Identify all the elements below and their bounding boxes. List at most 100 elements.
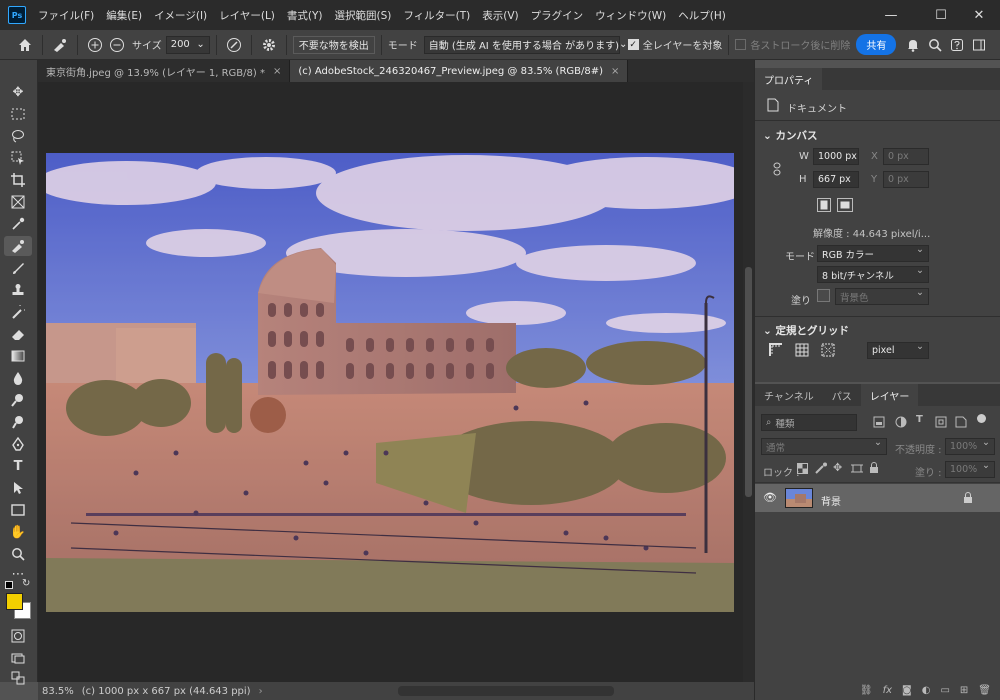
lasso-tool-icon[interactable]: [4, 126, 32, 146]
filter-pixel-icon[interactable]: [873, 416, 885, 431]
crop-tool-icon[interactable]: [4, 170, 32, 190]
minimize-button[interactable]: —: [874, 0, 908, 30]
history-brush-tool-icon[interactable]: [4, 302, 32, 322]
menu-filter[interactable]: フィルター(T): [397, 8, 476, 23]
learn-icon[interactable]: [946, 34, 968, 56]
generate-icon[interactable]: [4, 668, 32, 688]
menu-type[interactable]: 書式(Y): [281, 8, 329, 23]
remove-tool-icon[interactable]: [4, 236, 32, 256]
trash-icon[interactable]: 🗑: [978, 685, 991, 696]
zoom-tool-icon[interactable]: [4, 544, 32, 564]
all-layers-option[interactable]: ✓ 全レイヤーを対象: [627, 37, 722, 52]
grid-icon[interactable]: [795, 343, 809, 360]
all-layers-checkbox[interactable]: ✓: [627, 39, 639, 50]
layer-name[interactable]: 背景: [821, 493, 841, 508]
move-tool-icon[interactable]: ✥: [4, 82, 32, 102]
menu-select[interactable]: 選択範囲(S): [329, 8, 398, 23]
swap-colors-icon[interactable]: ↻: [22, 578, 30, 589]
close-window-button[interactable]: ✕: [962, 0, 996, 30]
brush-subtract-icon[interactable]: [106, 34, 128, 56]
menu-window[interactable]: ウィンドウ(W): [589, 8, 672, 23]
type-tool-icon[interactable]: T: [4, 456, 32, 476]
object-selection-tool-icon[interactable]: [4, 148, 32, 168]
link-icon[interactable]: [773, 162, 781, 179]
tab-properties[interactable]: プロパティ: [755, 68, 823, 90]
menu-edit[interactable]: 編集(E): [100, 8, 148, 23]
vertical-scroll-thumb[interactable]: [745, 267, 752, 497]
menu-image[interactable]: イメージ(I): [148, 8, 213, 23]
brush-add-icon[interactable]: [84, 34, 106, 56]
lock-position-icon[interactable]: ✥: [833, 461, 842, 474]
share-button[interactable]: 共有: [856, 34, 897, 55]
filter-toggle-icon[interactable]: [977, 414, 986, 423]
canvas-area[interactable]: [38, 82, 743, 682]
bit-depth-select[interactable]: 8 bit/チャンネル: [817, 265, 929, 283]
tab-adobestock-document[interactable]: (c) AdobeStock_246320467_Preview.jpeg @ …: [290, 60, 629, 82]
landscape-icon[interactable]: [837, 198, 853, 212]
search-icon[interactable]: [924, 34, 946, 56]
after-stroke-option[interactable]: 各ストローク後に削除: [735, 37, 850, 52]
blur-tool-icon[interactable]: [4, 368, 32, 388]
menu-file[interactable]: ファイル(F): [32, 8, 100, 23]
layer-row-background[interactable]: 👁 背景: [755, 484, 1000, 512]
blend-mode-select[interactable]: 通常: [761, 437, 887, 455]
vertical-scrollbar[interactable]: [743, 82, 754, 682]
zoom-level[interactable]: 83.5%: [42, 686, 74, 697]
new-layer-icon[interactable]: ⊞: [960, 685, 968, 696]
lock-all-icon[interactable]: [869, 462, 879, 477]
menu-view[interactable]: 表示(V): [476, 8, 524, 23]
workspace-icon[interactable]: [968, 34, 990, 56]
color-mode-select[interactable]: RGB カラー: [817, 244, 929, 262]
visibility-eye-icon[interactable]: 👁: [763, 491, 777, 504]
gradient-tool-icon[interactable]: [4, 346, 32, 366]
rulers-icon[interactable]: [769, 343, 783, 360]
canvas-section-header[interactable]: ⌄ カンバス: [763, 128, 817, 143]
menu-layer[interactable]: レイヤー(L): [213, 8, 281, 23]
brush-tool-icon[interactable]: [4, 258, 32, 278]
portrait-icon[interactable]: [817, 198, 831, 212]
close-tab-icon[interactable]: ×: [611, 66, 619, 77]
height-field[interactable]: 667 px: [813, 171, 859, 188]
menu-help[interactable]: ヘルプ(H): [672, 8, 732, 23]
menu-plugins[interactable]: プラグイン: [525, 8, 590, 23]
tab-paths[interactable]: パス: [823, 384, 861, 406]
y-field[interactable]: 0 px: [883, 171, 929, 188]
maximize-button[interactable]: ☐: [924, 0, 958, 30]
path-selection-tool-icon[interactable]: [4, 478, 32, 498]
fill-select[interactable]: 背景色: [835, 287, 929, 305]
new-group-icon[interactable]: ▭: [940, 685, 949, 696]
detect-distractions-button[interactable]: 不要な物を検出: [292, 35, 375, 54]
layer-kind-filter[interactable]: ⌕ 種類: [761, 414, 857, 431]
fill-swatch[interactable]: [817, 289, 830, 302]
size-select[interactable]: 200 ⌄: [165, 35, 210, 54]
fill-field[interactable]: 100%: [945, 460, 995, 478]
marquee-tool-icon[interactable]: [4, 104, 32, 124]
ruler-unit-select[interactable]: pixel: [867, 341, 929, 359]
lock-pixels-icon[interactable]: [815, 462, 827, 477]
adjustment-layer-icon[interactable]: ◐: [922, 685, 931, 696]
lock-artboard-icon[interactable]: [851, 463, 863, 477]
lock-transparency-icon[interactable]: [797, 463, 808, 477]
close-tab-icon[interactable]: ×: [273, 66, 281, 77]
filter-adjustment-icon[interactable]: [895, 416, 907, 431]
eraser-tool-icon[interactable]: [4, 324, 32, 344]
tab-tokyo-document[interactable]: 東京街角.jpeg @ 13.9% (レイヤー 1, RGB/8) * ×: [38, 60, 291, 82]
after-stroke-checkbox[interactable]: [735, 39, 747, 50]
document-canvas-photo[interactable]: [46, 153, 734, 612]
foreground-color-swatch[interactable]: [6, 593, 23, 610]
guides-icon[interactable]: [821, 343, 835, 360]
x-field[interactable]: 0 px: [883, 148, 929, 165]
stamp-tool-icon[interactable]: [4, 280, 32, 300]
default-colors-icon[interactable]: [5, 581, 13, 589]
screen-mode-icon[interactable]: [4, 648, 32, 668]
dodge-tool-icon-2[interactable]: [4, 412, 32, 432]
status-arrow-icon[interactable]: ›: [259, 686, 263, 697]
rulers-grid-section-header[interactable]: ⌄ 定規とグリッド: [763, 323, 849, 338]
hand-tool-icon[interactable]: ✋: [4, 522, 32, 542]
dodge-tool-icon[interactable]: [4, 390, 32, 410]
quick-mask-icon[interactable]: [4, 626, 32, 646]
tab-channels[interactable]: チャンネル: [755, 384, 823, 406]
horizontal-scrollbar[interactable]: [398, 686, 614, 696]
filter-smart-object-icon[interactable]: [955, 416, 967, 431]
filter-shape-icon[interactable]: [935, 416, 947, 431]
